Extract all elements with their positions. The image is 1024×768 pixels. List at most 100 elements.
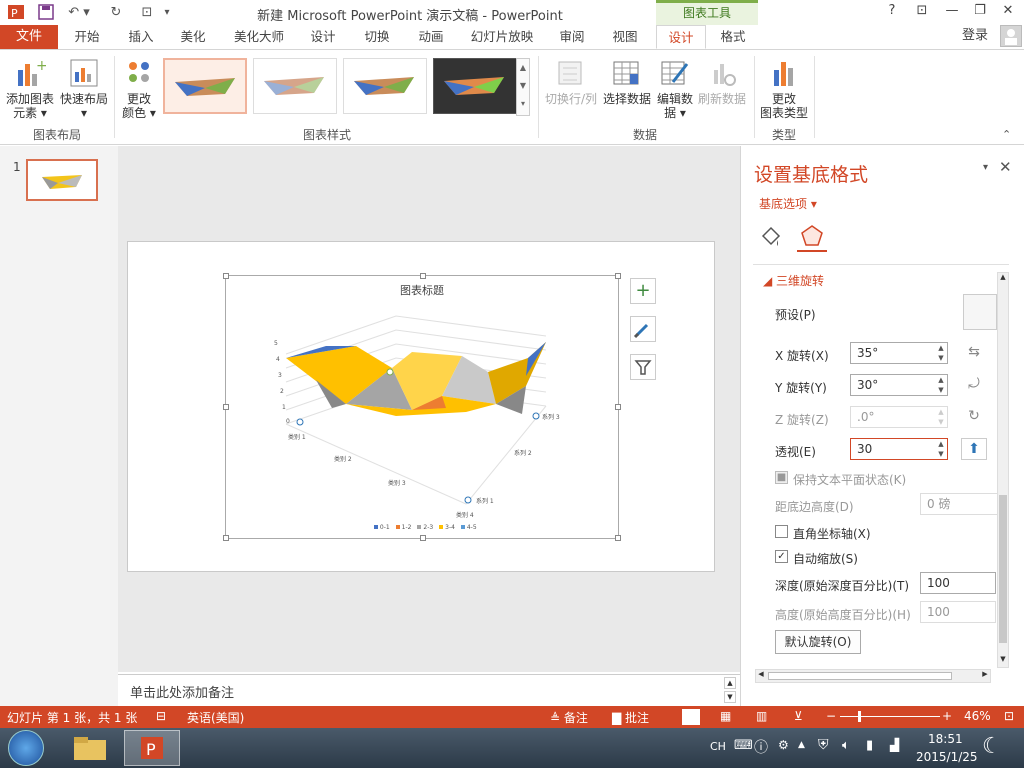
normal-view-icon[interactable] bbox=[682, 709, 700, 725]
chart-style-1[interactable] bbox=[163, 58, 247, 114]
slide-sorter-icon[interactable]: ▦ bbox=[720, 709, 731, 723]
tab-beautify-master[interactable]: 美化大师 bbox=[222, 25, 296, 49]
pane-close-icon[interactable]: ✕ bbox=[999, 158, 1012, 176]
show-desktop-moon-icon[interactable]: ☾ bbox=[982, 734, 1002, 759]
pane-scroll-thumb[interactable] bbox=[999, 495, 1007, 643]
close-button[interactable]: ✕ bbox=[996, 3, 1020, 21]
chart-elements-plus-icon[interactable]: + bbox=[630, 278, 656, 304]
slide-thumbnail[interactable] bbox=[26, 159, 98, 201]
tab-transitions[interactable]: 切换 bbox=[352, 25, 402, 49]
chart-style-3[interactable] bbox=[343, 58, 427, 114]
change-colors-button[interactable]: 更改 颜色 ▾ bbox=[118, 56, 160, 120]
ime-indicator[interactable]: CH bbox=[710, 740, 726, 753]
help-tray-icon[interactable]: ⓘ bbox=[754, 737, 768, 757]
pane-scrollbar[interactable]: ▲ ▼ bbox=[997, 272, 1009, 668]
volume-icon[interactable]: 🔈︎ bbox=[842, 738, 850, 753]
tab-chart-format[interactable]: 格式 bbox=[708, 25, 758, 49]
network-icon[interactable]: ▟ bbox=[890, 738, 899, 752]
comments-button[interactable]: ▇ 批注 bbox=[612, 709, 649, 726]
resize-handle[interactable] bbox=[223, 273, 229, 279]
chart-style-4[interactable] bbox=[433, 58, 517, 114]
chart-area[interactable]: 图表标题 5 4 3 2 1 0 类别 1 类别 2 类别 3 类别 4 系列 … bbox=[223, 273, 621, 541]
perspective-input[interactable]: 30 ▲ ▼ bbox=[850, 438, 948, 460]
notes-scroll-down[interactable]: ▼ bbox=[724, 691, 736, 703]
tab-insert[interactable]: 插入 bbox=[116, 25, 166, 49]
powerpoint-taskbar-icon[interactable]: P bbox=[124, 730, 180, 766]
resize-handle[interactable] bbox=[223, 404, 229, 410]
tab-view[interactable]: 视图 bbox=[600, 25, 650, 49]
help-icon[interactable]: ? bbox=[880, 3, 904, 21]
maximize-button[interactable]: ❐ bbox=[968, 3, 992, 21]
notes-button[interactable]: ≜ 备注 bbox=[550, 709, 588, 726]
tab-beautify[interactable]: 美化 bbox=[168, 25, 218, 49]
add-chart-element-button[interactable]: + 添加图表 元素 ▾ bbox=[2, 56, 58, 120]
pane-hscroll-thumb[interactable] bbox=[768, 672, 952, 680]
floor-options-dropdown[interactable]: 基底选项 ▾ bbox=[759, 195, 817, 212]
chart-legend[interactable]: 0-1 1-2 2-3 3-4 4-5 bbox=[374, 524, 494, 531]
security-tray-icon[interactable]: ⛨ bbox=[818, 737, 829, 753]
zoom-slider[interactable] bbox=[840, 711, 940, 722]
clock-date[interactable]: 2015/1/25 bbox=[916, 750, 978, 764]
language-indicator[interactable]: 英语(美国) bbox=[187, 709, 244, 726]
pane-scroll-right[interactable]: ▶ bbox=[980, 670, 990, 678]
effects-pentagon-icon[interactable] bbox=[797, 222, 827, 252]
resize-handle[interactable] bbox=[420, 273, 426, 279]
select-data-button[interactable]: 选择数据 bbox=[601, 56, 653, 106]
device-tray-icon[interactable]: ▮ bbox=[866, 738, 873, 753]
resize-handle[interactable] bbox=[615, 273, 621, 279]
z-rotation-input[interactable]: .0° ▲ ▼ bbox=[850, 406, 948, 428]
preset-dropdown[interactable] bbox=[963, 294, 997, 330]
tab-file[interactable]: 文件 bbox=[0, 25, 58, 49]
ribbon-display-icon[interactable]: ⊡ bbox=[910, 3, 934, 21]
style-gallery-scroll[interactable]: ▲ ▼ ▾ bbox=[516, 58, 530, 116]
section-3d-rotation[interactable]: ◢ 三维旋转 bbox=[763, 272, 824, 289]
autoscale-checkbox[interactable]: ✓ bbox=[775, 550, 788, 563]
tab-design[interactable]: 设计 bbox=[300, 25, 346, 49]
right-angle-axes-checkbox[interactable] bbox=[775, 525, 788, 538]
y-rotation-input[interactable]: 30° ▲ ▼ bbox=[850, 374, 948, 396]
tab-home[interactable]: 开始 bbox=[62, 25, 112, 49]
spellcheck-icon[interactable]: ⊟ bbox=[156, 709, 166, 723]
narrow-field-icon[interactable]: ⬆ bbox=[961, 438, 987, 460]
pane-scroll-up[interactable]: ▲ bbox=[998, 273, 1008, 285]
chart-style-2[interactable] bbox=[253, 58, 337, 114]
rotate-left-icon[interactable]: ⇆ bbox=[961, 342, 987, 364]
pane-scroll-left[interactable]: ◀ bbox=[756, 670, 766, 678]
fit-to-window-icon[interactable]: ⊡ bbox=[1004, 709, 1014, 723]
distance-from-ground-input[interactable]: 0 磅 bbox=[920, 493, 1000, 515]
start-button-icon[interactable] bbox=[8, 730, 44, 766]
quick-layout-button[interactable]: 快速布局 ▾ bbox=[58, 56, 110, 120]
zoom-level[interactable]: 46% bbox=[964, 709, 991, 723]
tab-review[interactable]: 审阅 bbox=[548, 25, 596, 49]
chart-filter-icon[interactable] bbox=[630, 354, 656, 380]
chart-styles-brush-icon[interactable] bbox=[630, 316, 656, 342]
refresh-data-button[interactable]: 刷新数据 bbox=[696, 56, 748, 106]
tab-slideshow[interactable]: 幻灯片放映 bbox=[462, 25, 542, 49]
rotate-clockwise-icon[interactable]: ↻ bbox=[961, 406, 987, 428]
pane-options-dropdown-icon[interactable]: ▾ bbox=[983, 162, 988, 173]
tab-animations[interactable]: 动画 bbox=[406, 25, 456, 49]
resize-handle[interactable] bbox=[615, 535, 621, 541]
keep-text-flat-checkbox[interactable]: ■ bbox=[775, 471, 788, 484]
minimize-button[interactable]: — bbox=[940, 3, 964, 21]
reset-rotation-button[interactable]: 默认旋转(O) bbox=[775, 630, 861, 654]
switch-row-column-button[interactable]: 切换行/列 bbox=[542, 56, 600, 106]
tray-expand-icon[interactable]: ▲ bbox=[798, 740, 805, 750]
tab-chart-design[interactable]: 设计 bbox=[656, 25, 706, 49]
edit-data-button[interactable]: 编辑数 据 ▾ bbox=[654, 56, 696, 120]
pane-scroll-down[interactable]: ▼ bbox=[998, 655, 1008, 667]
avatar[interactable] bbox=[1000, 25, 1022, 47]
zoom-out-icon[interactable]: − bbox=[826, 709, 836, 723]
resize-handle[interactable] bbox=[615, 404, 621, 410]
height-input[interactable]: 100 bbox=[920, 601, 996, 623]
fill-line-icon[interactable] bbox=[757, 224, 783, 250]
depth-input[interactable]: 100 bbox=[920, 572, 996, 594]
collapse-ribbon-icon[interactable]: ⌃ bbox=[1002, 128, 1011, 141]
settings-tray-icon[interactable]: ⚙ bbox=[778, 738, 789, 752]
zoom-in-icon[interactable]: + bbox=[942, 709, 952, 723]
zoom-slider-thumb[interactable] bbox=[858, 711, 861, 722]
notes-area[interactable]: 单击此处添加备注 ▲ ▼ bbox=[118, 674, 740, 706]
resize-handle[interactable] bbox=[420, 535, 426, 541]
slideshow-icon[interactable]: ⊻ bbox=[794, 709, 803, 723]
login-link[interactable]: 登录 bbox=[962, 25, 988, 47]
